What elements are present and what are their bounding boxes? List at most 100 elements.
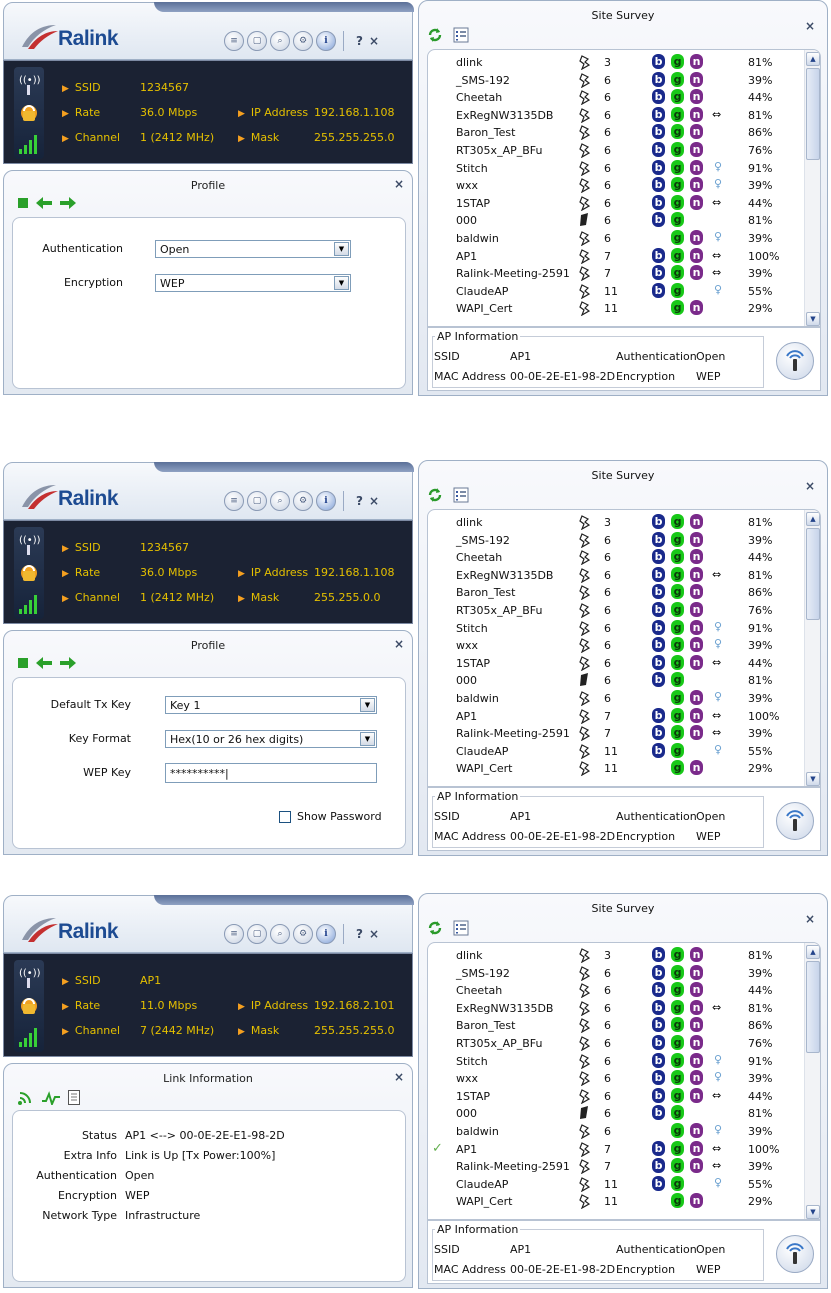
document-icon[interactable] <box>68 1090 80 1108</box>
document-icon[interactable]: ▢ <box>247 924 267 944</box>
network-row[interactable]: ExRegNW3135DB 6 b g n ⇔ 81% <box>428 106 804 124</box>
network-row[interactable]: wxx 6 b g n ♀ 39% <box>428 1070 804 1087</box>
network-row[interactable]: 000 6 b g 81% <box>428 1105 804 1122</box>
refresh-icon[interactable] <box>427 27 443 46</box>
site-survey-close-button[interactable]: × <box>805 479 815 493</box>
chevron-down-icon[interactable]: ▼ <box>334 276 349 290</box>
network-row[interactable]: Baron_Test 6 b g n 86% <box>428 124 804 141</box>
network-row[interactable]: WAPI_Cert 11 g n 29% <box>428 760 804 777</box>
search-icon[interactable]: ⌕ <box>270 491 290 511</box>
sub-window-close-button[interactable]: × <box>394 1070 404 1084</box>
network-row[interactable]: _SMS-192 6 b g n 39% <box>428 531 804 549</box>
stop-icon[interactable] <box>18 198 28 211</box>
network-row[interactable]: WAPI_Cert 11 g n 29% <box>428 300 804 317</box>
network-row[interactable]: ClaudeAP 11 b g ♀ 55% <box>428 1175 804 1193</box>
network-row[interactable]: Baron_Test 6 b g n 86% <box>428 584 804 601</box>
network-row[interactable]: Stitch 6 b g n ♀ 91% <box>428 1052 804 1070</box>
chevron-down-icon[interactable]: ▼ <box>334 242 349 256</box>
close-button[interactable]: × <box>369 927 379 941</box>
network-row[interactable]: baldwin 6 g n ♀ 39% <box>428 230 804 247</box>
network-row[interactable]: 1STAP 6 b g n ⇔ 44% <box>428 1087 804 1105</box>
scroll-down-arrow-icon[interactable]: ▼ <box>806 312 820 326</box>
connect-button[interactable] <box>776 802 814 840</box>
site-survey-close-button[interactable]: × <box>805 912 815 926</box>
network-row[interactable]: 000 6 b g 81% <box>428 672 804 689</box>
network-row[interactable]: wxx 6 b g n ♀ 39% <box>428 637 804 654</box>
network-row[interactable]: Baron_Test 6 b g n 86% <box>428 1017 804 1034</box>
network-row[interactable]: ExRegNW3135DB 6 b g n ⇔ 81% <box>428 999 804 1017</box>
network-row[interactable]: Ralink-Meeting-2591 7 b g n ⇔ 39% <box>428 725 804 742</box>
search-icon[interactable]: ⌕ <box>270 924 290 944</box>
network-row[interactable]: Cheetah 6 b g n 44% <box>428 89 804 106</box>
stop-icon[interactable] <box>18 658 28 671</box>
info-icon[interactable]: i <box>316 924 336 944</box>
back-arrow-icon[interactable] <box>36 197 52 212</box>
scroll-down-arrow-icon[interactable]: ▼ <box>806 1205 820 1219</box>
network-row[interactable]: Cheetah 6 b g n 44% <box>428 549 804 566</box>
list-view-icon[interactable] <box>453 920 469 939</box>
close-button[interactable]: × <box>369 34 379 48</box>
wep-key-input[interactable]: **********| <box>165 763 377 783</box>
chevron-down-icon[interactable]: ▼ <box>360 732 375 746</box>
default-tx-key-select[interactable]: Key 1 ▼ <box>165 696 377 714</box>
wireless-signal-icon[interactable] <box>18 1091 34 1108</box>
network-row[interactable]: Stitch 6 b g n ♀ 91% <box>428 619 804 637</box>
close-button[interactable]: × <box>369 494 379 508</box>
network-list-scrollbar[interactable]: ▲ ▼ <box>804 943 820 1219</box>
network-row[interactable]: Stitch 6 b g n ♀ 91% <box>428 159 804 177</box>
gear-icon[interactable]: ⚙ <box>293 924 313 944</box>
list-view-icon[interactable] <box>453 487 469 506</box>
scroll-up-arrow-icon[interactable]: ▲ <box>806 52 820 66</box>
connect-button[interactable] <box>776 1235 814 1273</box>
scroll-up-arrow-icon[interactable]: ▲ <box>806 512 820 526</box>
network-row[interactable]: _SMS-192 6 b g n 39% <box>428 71 804 89</box>
document-icon[interactable]: ▢ <box>247 491 267 511</box>
connect-button[interactable] <box>776 342 814 380</box>
network-row[interactable]: Cheetah 6 b g n 44% <box>428 982 804 999</box>
sub-window-close-button[interactable]: × <box>394 637 404 651</box>
network-row[interactable]: 000 6 b g 81% <box>428 212 804 229</box>
network-row[interactable]: 1STAP 6 b g n ⇔ 44% <box>428 194 804 212</box>
info-icon[interactable]: i <box>316 491 336 511</box>
network-row[interactable]: RT305x_AP_BFu 6 b g n 76% <box>428 142 804 159</box>
gear-icon[interactable]: ⚙ <box>293 491 313 511</box>
network-row[interactable]: AP1 7 b g n ⇔ 100% <box>428 247 804 265</box>
network-row[interactable]: Ralink-Meeting-2591 7 b g n ⇔ 39% <box>428 265 804 282</box>
list-view-icon[interactable] <box>453 27 469 46</box>
network-row[interactable]: dlink 3 b g n 81% <box>428 947 804 964</box>
network-row[interactable]: baldwin 6 g n ♀ 39% <box>428 1123 804 1140</box>
back-arrow-icon[interactable] <box>36 657 52 672</box>
info-icon[interactable]: i <box>316 31 336 51</box>
help-button[interactable]: ? <box>356 494 363 508</box>
network-row[interactable]: WAPI_Cert 11 g n 29% <box>428 1193 804 1210</box>
network-row[interactable]: ✓ AP1 7 b g n ⇔ 100% <box>428 1140 804 1158</box>
help-button[interactable]: ? <box>356 34 363 48</box>
profile-list-icon[interactable]: ≡ <box>224 491 244 511</box>
forward-arrow-icon[interactable] <box>60 197 76 212</box>
gear-icon[interactable]: ⚙ <box>293 31 313 51</box>
site-survey-close-button[interactable]: × <box>805 19 815 33</box>
network-row[interactable]: dlink 3 b g n 81% <box>428 54 804 71</box>
network-row[interactable]: RT305x_AP_BFu 6 b g n 76% <box>428 1035 804 1052</box>
sub-window-close-button[interactable]: × <box>394 177 404 191</box>
network-row[interactable]: ExRegNW3135DB 6 b g n ⇔ 81% <box>428 566 804 584</box>
network-row[interactable]: baldwin 6 g n ♀ 39% <box>428 690 804 707</box>
show-password-checkbox[interactable]: Show Password <box>279 810 382 823</box>
scroll-thumb[interactable] <box>806 68 820 160</box>
network-row[interactable]: ClaudeAP 11 b g ♀ 55% <box>428 742 804 760</box>
encryption-select[interactable]: WEP ▼ <box>155 274 351 292</box>
forward-arrow-icon[interactable] <box>60 657 76 672</box>
network-row[interactable]: ClaudeAP 11 b g ♀ 55% <box>428 282 804 300</box>
search-icon[interactable]: ⌕ <box>270 31 290 51</box>
authentication-select[interactable]: Open ▼ <box>155 240 351 258</box>
network-row[interactable]: _SMS-192 6 b g n 39% <box>428 964 804 982</box>
network-row[interactable]: wxx 6 b g n ♀ 39% <box>428 177 804 194</box>
profile-list-icon[interactable]: ≡ <box>224 31 244 51</box>
profile-list-icon[interactable]: ≡ <box>224 924 244 944</box>
help-button[interactable]: ? <box>356 927 363 941</box>
network-list-scrollbar[interactable]: ▲ ▼ <box>804 50 820 326</box>
refresh-icon[interactable] <box>427 920 443 939</box>
scroll-up-arrow-icon[interactable]: ▲ <box>806 945 820 959</box>
network-row[interactable]: 1STAP 6 b g n ⇔ 44% <box>428 654 804 672</box>
refresh-icon[interactable] <box>427 487 443 506</box>
